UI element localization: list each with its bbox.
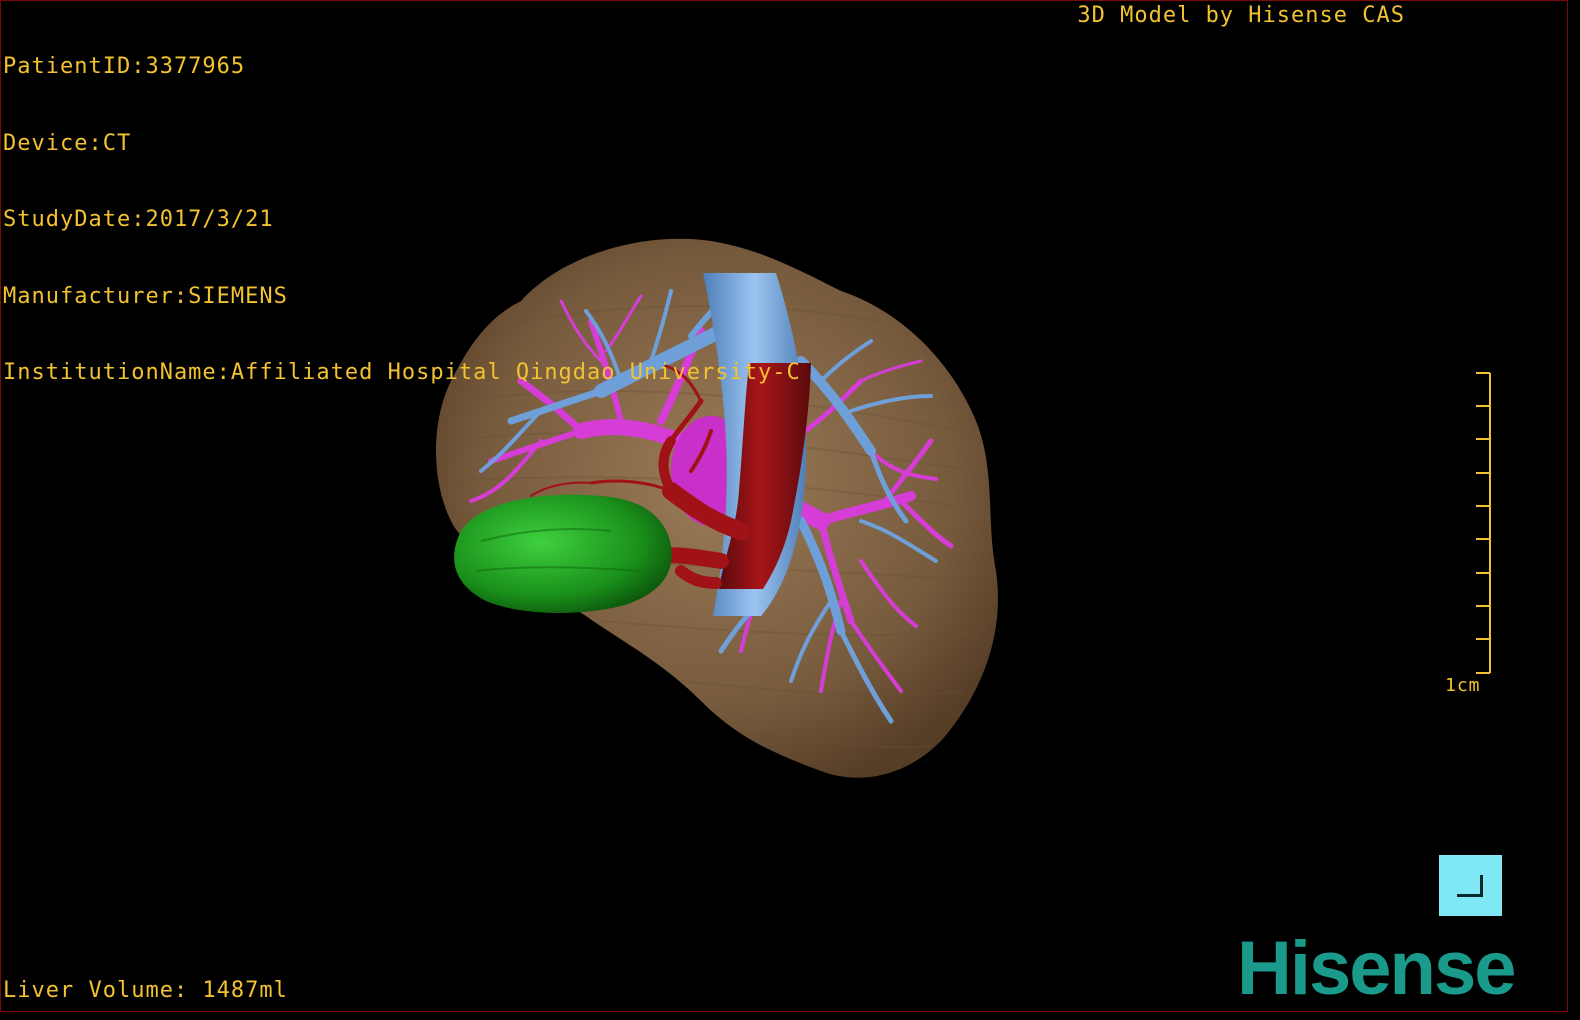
model-credit: 3D Model by Hisense CAS	[1077, 3, 1405, 28]
reset-view-button[interactable]	[1439, 855, 1502, 916]
3d-viewport[interactable]: PatientID:3377965 Device:CT StudyDate:20…	[0, 0, 1568, 1012]
liver-volume: Liver Volume: 1487ml	[3, 978, 288, 1003]
manufacturer: Manufacturer:SIEMENS	[3, 283, 288, 309]
dicom-info-overlay: PatientID:3377965 Device:CT StudyDate:20…	[3, 3, 801, 437]
scale-bar	[1476, 372, 1491, 674]
patient-id: PatientID:3377965	[3, 54, 246, 79]
institution-name: InstitutionName:Affiliated Hospital Qing…	[3, 360, 801, 385]
study-date: StudyDate:2017/3/21	[3, 207, 274, 232]
corner-bracket-icon	[1457, 875, 1483, 897]
scale-bar-label: 1cm	[1445, 675, 1481, 696]
device: Device:CT	[3, 130, 132, 156]
hisense-logo: Hisense	[1237, 926, 1516, 1011]
gallbladder	[454, 494, 672, 613]
